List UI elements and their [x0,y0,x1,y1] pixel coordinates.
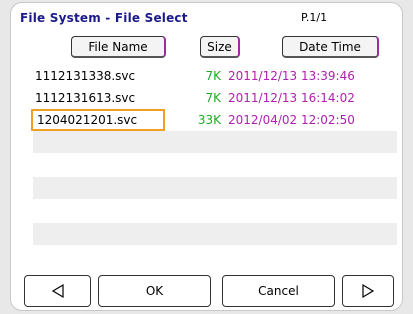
file-datetime: 2011/12/13 13:39:46 [228,69,355,83]
empty-row [33,223,397,245]
file-select-window: File System - File Select P.1/1 File Nam… [10,2,403,311]
next-page-button[interactable] [342,275,394,307]
file-size: 33K [197,113,221,127]
left-triangle-icon [51,283,64,299]
ok-button[interactable]: OK [98,275,211,307]
sort-size-button[interactable]: Size [200,36,240,58]
empty-row [33,131,397,153]
file-row-selected[interactable]: 1204021201.svc 33K 2012/04/02 12:02:50 [31,109,397,131]
sort-date-time-button[interactable]: Date Time [282,36,379,58]
file-size: 7K [205,69,221,83]
file-datetime: 2011/12/13 16:14:02 [228,91,355,105]
page-indicator: P.1/1 [301,11,328,24]
file-name: 1112131613.svc [35,91,136,105]
empty-row [33,177,397,199]
window-title: File System - File Select [20,11,188,25]
file-row[interactable]: 1112131613.svc 7K 2011/12/13 16:14:02 [33,87,397,109]
sort-file-name-button[interactable]: File Name [71,36,166,58]
file-size: 7K [205,91,221,105]
file-name: 1204021201.svc [31,109,166,131]
cancel-button[interactable]: Cancel [222,275,335,307]
right-triangle-icon [362,283,375,299]
file-datetime: 2012/04/02 12:02:50 [228,113,355,127]
previous-page-button[interactable] [24,275,91,307]
file-name: 1112131338.svc [35,69,136,83]
file-row[interactable]: 1112131338.svc 7K 2011/12/13 13:39:46 [33,65,397,87]
